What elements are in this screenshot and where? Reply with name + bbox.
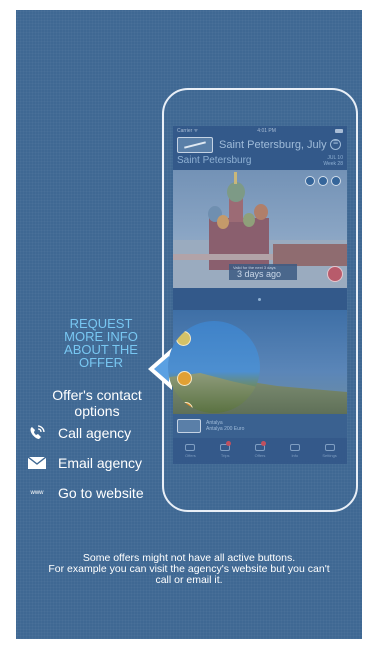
contact-title-line: Offer's contact (52, 387, 142, 403)
tab-label: Trips (220, 453, 230, 458)
tab-label: Offers (254, 453, 266, 458)
footnote: Some offers might not have all active bu… (10, 553, 368, 586)
offer-mail-icon[interactable] (318, 176, 328, 186)
mail-button-icon (177, 371, 192, 386)
city-header: Saint Petersburg JUL 10 Week 28 (173, 155, 347, 170)
offers-tab-icon (185, 444, 196, 451)
tab-label: Info (291, 453, 299, 458)
tab-bar: Offers Trips Offers Info Settings (173, 438, 347, 464)
request-info-heading: REQUEST MORE INFO ABOUT THE OFFER (56, 317, 146, 369)
web-button-icon (178, 402, 193, 413)
tab-trips[interactable]: Trips (210, 441, 240, 458)
date-week: Week 28 (323, 161, 343, 167)
tab-settings[interactable]: Settings (315, 444, 345, 458)
call-button-icon (176, 331, 191, 346)
www-icon: www (30, 490, 44, 496)
carrier-label: Carrier ᯤ (177, 127, 199, 134)
magnifier-bubble (168, 321, 260, 413)
tab-label: Offers (184, 453, 196, 458)
phone-frame: Carrier ᯤ 4:01 PM Saint Petersburg, July… (162, 88, 358, 512)
offer-caption: Antalya Antalya 200 Euro (206, 420, 244, 432)
footnote-line: call or email it. (155, 574, 223, 586)
app-screen: Carrier ᯤ 4:01 PM Saint Petersburg, July… (173, 126, 347, 464)
email-agency-label: Email agency (58, 455, 143, 471)
website-row: www Go to website (28, 485, 144, 501)
contact-options-title: Offer's contact options (42, 387, 152, 419)
offer-card[interactable]: Valid for the next 3 days 3 days ago (173, 170, 347, 288)
phone-icon (30, 425, 45, 439)
nav-title: Saint Petersburg, July (219, 139, 327, 151)
settings-tab-icon (324, 444, 335, 451)
offer-age: 3 days ago (237, 269, 282, 279)
city-name: Saint Petersburg (177, 155, 252, 166)
menu-icon[interactable] (330, 137, 341, 150)
offer-price: Antalya 200 Euro (206, 426, 245, 432)
request-line: OFFER (78, 355, 124, 370)
date-box: JUL 10 Week 28 (323, 155, 343, 170)
contact-title-line: options (74, 403, 120, 419)
call-agency-row: Call agency (28, 424, 131, 442)
tab-label: Settings (322, 453, 337, 458)
pin-icon[interactable] (327, 266, 343, 282)
page-dot (258, 298, 261, 301)
status-bar: Carrier ᯤ 4:01 PM (173, 126, 347, 135)
notification-badge (226, 441, 232, 446)
website-label: Go to website (58, 485, 144, 501)
mail-icon (28, 457, 46, 469)
offer-time-tag: Valid for the next 3 days 3 days ago (229, 264, 297, 280)
airline-logo-icon (177, 137, 213, 153)
offer-action-icons (305, 176, 341, 186)
offer-web-icon[interactable] (331, 176, 341, 186)
call-agency-label: Call agency (58, 425, 132, 441)
magnifier-pointer-fill (154, 356, 169, 382)
tab-offers-2[interactable]: Offers (245, 441, 275, 458)
tab-info[interactable]: Info (280, 444, 310, 458)
tab-offers[interactable]: Offers (175, 444, 205, 458)
status-time: 4:01 PM (257, 127, 276, 134)
offer-call-icon[interactable] (305, 176, 315, 186)
battery-icon (334, 128, 343, 133)
nav-bar: Saint Petersburg, July (173, 135, 347, 155)
email-agency-row: Email agency (28, 455, 142, 471)
info-tab-icon (289, 444, 300, 451)
notification-badge (260, 441, 266, 446)
tutorial-panel: Carrier ᯤ 4:01 PM Saint Petersburg, July… (16, 10, 362, 639)
airline-logo-icon (177, 419, 201, 433)
offer-footer: Antalya Antalya 200 Euro (173, 414, 347, 438)
